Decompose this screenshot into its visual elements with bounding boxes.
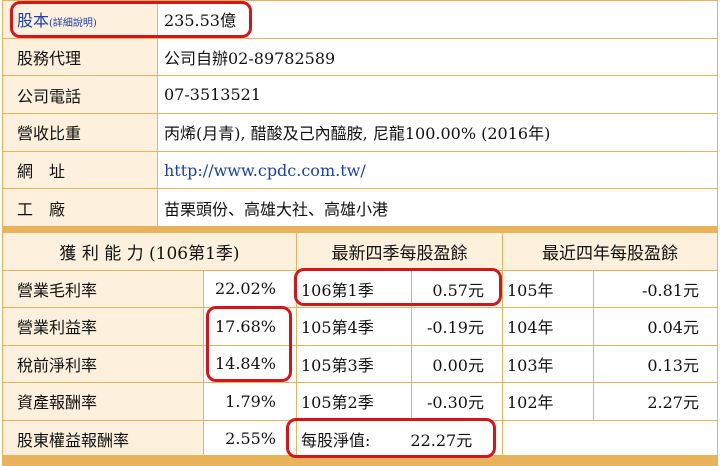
website-row: 網 址 http://www.cpdc.com.tw/ (3, 151, 717, 189)
transfer-agent-row: 股務代理 公司自辦02-89782589 (3, 38, 717, 76)
year-label: 105年 (503, 270, 593, 307)
factory-label: 工 廠 (3, 189, 157, 227)
eps-4q-header: 最新四季每股盈餘 (297, 233, 502, 270)
roe-value: 2.55% (204, 420, 296, 457)
revenue-mix-label: 營收比重 (3, 114, 157, 151)
quarter-eps: -0.19元 (412, 308, 502, 345)
phone-value: 07-3513521 (158, 76, 717, 114)
quarter-eps: 0.00元 (412, 345, 502, 382)
gross-margin-label: 營業毛利率 (3, 270, 203, 307)
empty-cell (503, 420, 717, 457)
revenue-mix-row: 營收比重 丙烯(月青), 醋酸及己內醯胺, 尼龍100.00% (2016年) (3, 114, 717, 151)
table-row: 營業利益率 17.68% 105第4季 -0.19元 104年 0.04元 (3, 308, 717, 345)
year-eps: 0.04元 (594, 308, 717, 345)
quarter-period: 105第3季 (297, 345, 411, 382)
gross-margin-value: 22.02% (204, 270, 296, 307)
highlight-latest-eps (294, 268, 502, 306)
quarter-eps: -0.30元 (412, 383, 502, 420)
year-eps: 2.27元 (594, 383, 717, 420)
year-eps: -0.81元 (594, 270, 717, 307)
transfer-agent-value: 公司自辦02-89782589 (158, 38, 717, 76)
website-cell: http://www.cpdc.com.tw/ (158, 151, 717, 189)
revenue-mix-value: 丙烯(月青), 醋酸及己內醯胺, 尼龍100.00% (2016年) (158, 114, 717, 151)
year-eps: 0.13元 (594, 345, 717, 382)
highlight-capital (10, 1, 252, 38)
roa-label: 資產報酬率 (3, 383, 203, 420)
year-label: 104年 (503, 308, 593, 345)
quarter-period: 105第4季 (297, 308, 411, 345)
eps-4y-header: 最近四年每股盈餘 (503, 233, 717, 270)
roa-value: 1.79% (204, 383, 296, 420)
transfer-agent-label: 股務代理 (3, 38, 157, 76)
pretax-margin-label: 稅前淨利率 (3, 345, 203, 382)
roe-label: 股東權益報酬率 (3, 420, 203, 457)
table-row: 資產報酬率 1.79% 105第2季 -0.30元 102年 2.27元 (3, 383, 717, 420)
website-link[interactable]: http://www.cpdc.com.tw/ (164, 161, 366, 180)
year-label: 103年 (503, 345, 593, 382)
operating-margin-label: 營業利益率 (3, 308, 203, 345)
table-row: 稅前淨利率 14.84% 105第3季 0.00元 103年 0.13元 (3, 345, 717, 382)
quarter-period: 105第2季 (297, 383, 411, 420)
phone-row: 公司電話 07-3513521 (3, 76, 717, 114)
factory-value: 苗栗頭份、高雄大社、高雄小港 (158, 189, 717, 227)
factory-row: 工 廠 苗栗頭份、高雄大社、高雄小港 (3, 189, 717, 227)
profitability-header: 獲 利 能 力 (106第1季) (3, 233, 296, 270)
highlight-margins (206, 306, 292, 382)
highlight-nav (286, 418, 496, 458)
phone-label: 公司電話 (3, 76, 157, 114)
financials-header-row: 獲 利 能 力 (106第1季) 最新四季每股盈餘 最近四年每股盈餘 (3, 233, 717, 270)
year-label: 102年 (503, 383, 593, 420)
website-label: 網 址 (3, 151, 157, 189)
